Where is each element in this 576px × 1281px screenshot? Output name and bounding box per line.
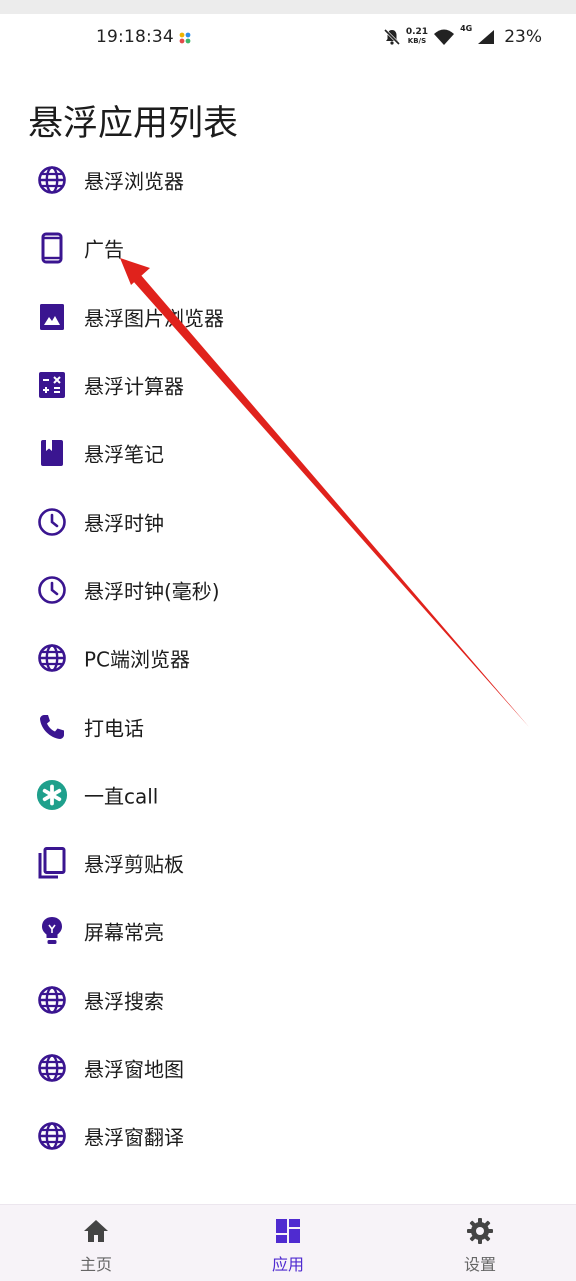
app-item-notes[interactable]: 悬浮笔记 xyxy=(0,419,576,487)
app-item-map[interactable]: 悬浮窗地图 xyxy=(0,1034,576,1102)
app-item-translate[interactable]: 悬浮窗翻译 xyxy=(0,1102,576,1170)
status-right: 0.21 KB/S 4G 23% xyxy=(383,24,542,50)
teal-asterisk-icon xyxy=(36,779,68,811)
clock-icon xyxy=(36,574,68,606)
bookmark-note-icon xyxy=(36,437,68,469)
app-label: 悬浮窗翻译 xyxy=(84,1125,184,1150)
app-label: 广告 xyxy=(84,237,124,262)
nav-home-label: 主页 xyxy=(79,1255,112,1274)
top-strip xyxy=(0,0,576,14)
status-bar: 19:18:34 0.21 KB/S 4G 23% xyxy=(0,14,576,60)
app-item-pc-browser[interactable]: PC端浏览器 xyxy=(0,624,576,692)
app-item-search[interactable]: 悬浮搜索 xyxy=(0,966,576,1034)
nav-settings-label: 设置 xyxy=(463,1255,496,1274)
app-list: 悬浮浏览器 广告 悬浮图片浏览器 悬浮计算器 悬浮笔记 悬浮时钟 悬浮时钟(毫秒… xyxy=(0,146,576,1170)
clock-icon xyxy=(36,506,68,538)
app-item-clock[interactable]: 悬浮时钟 xyxy=(0,487,576,555)
app-item-clipboard[interactable]: 悬浮剪贴板 xyxy=(0,829,576,897)
app-label: 悬浮剪贴板 xyxy=(84,852,184,877)
nav-home[interactable]: 主页 xyxy=(0,1205,192,1281)
copy-icon xyxy=(36,847,68,879)
nav-apps[interactable]: 应用 xyxy=(192,1205,384,1281)
net-speed: 0.21 KB/S xyxy=(406,28,428,46)
calculator-icon xyxy=(36,369,68,401)
app-item-keep-calling[interactable]: 一直call xyxy=(0,761,576,829)
lightbulb-icon xyxy=(36,915,68,947)
dashboard-icon xyxy=(276,1219,300,1243)
app-label: 屏幕常亮 xyxy=(84,920,164,945)
bottom-navigation: 主页 应用 设置 xyxy=(0,1204,576,1281)
app-label: 悬浮浏览器 xyxy=(84,169,184,194)
app-label: 悬浮笔记 xyxy=(84,442,164,467)
image-icon xyxy=(36,301,68,333)
app-label: 悬浮窗地图 xyxy=(84,1057,184,1082)
globe-icon xyxy=(36,1120,68,1152)
globe-icon xyxy=(36,984,68,1016)
app-label: PC端浏览器 xyxy=(84,647,191,672)
app-item-image-browser[interactable]: 悬浮图片浏览器 xyxy=(0,283,576,351)
app-label: 悬浮时钟(毫秒) xyxy=(84,579,220,604)
gear-icon xyxy=(467,1218,493,1244)
home-icon xyxy=(84,1220,108,1242)
app-label: 悬浮计算器 xyxy=(84,374,184,399)
app-label: 悬浮时钟 xyxy=(84,511,164,536)
signal-icon xyxy=(478,30,495,44)
status-time: 19:18:34 xyxy=(96,27,174,47)
mute-bell-icon xyxy=(383,28,400,46)
phone-frame-icon xyxy=(36,232,68,264)
globe-icon xyxy=(36,642,68,674)
app-label: 一直call xyxy=(84,784,159,809)
nav-settings[interactable]: 设置 xyxy=(384,1205,576,1281)
app-label: 悬浮搜索 xyxy=(84,989,164,1014)
notification-app-icon xyxy=(179,32,191,44)
page-title: 悬浮应用列表 xyxy=(28,104,239,145)
battery-level: 23% xyxy=(504,27,542,47)
app-item-clock-ms[interactable]: 悬浮时钟(毫秒) xyxy=(0,556,576,624)
net-speed-unit: KB/S xyxy=(407,37,427,45)
app-item-call[interactable]: 打电话 xyxy=(0,692,576,760)
app-item-ad[interactable]: 广告 xyxy=(0,214,576,282)
net-speed-value: 0.21 xyxy=(405,27,429,37)
globe-icon xyxy=(36,164,68,196)
app-item-floating-browser[interactable]: 悬浮浏览器 xyxy=(0,146,576,214)
app-item-calculator[interactable]: 悬浮计算器 xyxy=(0,351,576,419)
globe-icon xyxy=(36,1052,68,1084)
app-label: 打电话 xyxy=(84,716,144,741)
app-item-screen-on[interactable]: 屏幕常亮 xyxy=(0,897,576,965)
app-label: 悬浮图片浏览器 xyxy=(84,306,224,331)
network-type: 4G xyxy=(460,24,473,33)
wifi-icon xyxy=(434,29,455,45)
nav-apps-label: 应用 xyxy=(271,1255,304,1274)
phone-icon xyxy=(36,711,68,743)
